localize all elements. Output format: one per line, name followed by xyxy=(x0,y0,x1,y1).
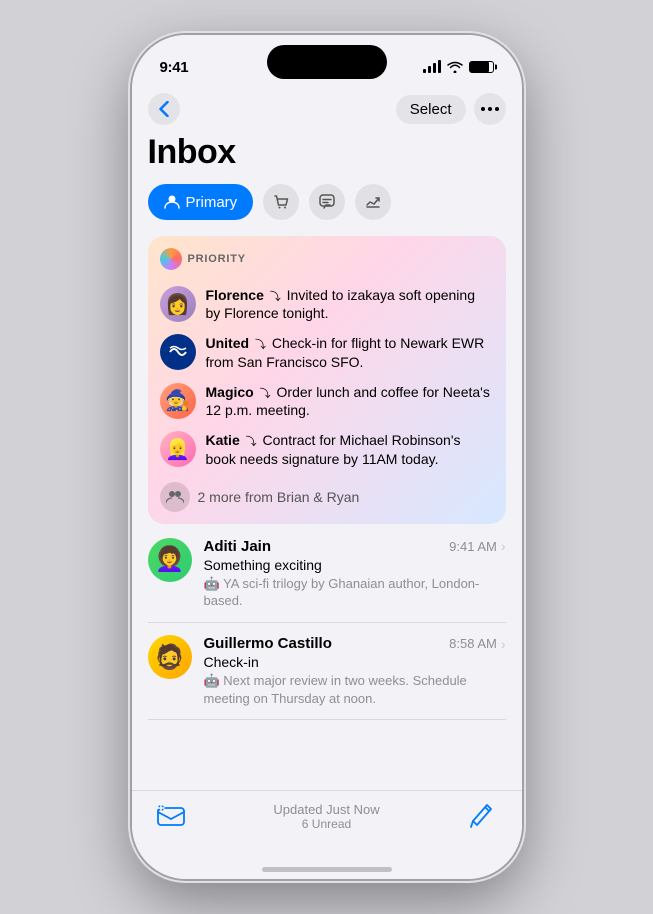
phone-frame: 9:41 xyxy=(132,35,522,879)
chevron-right-guillermo: › xyxy=(501,636,506,652)
dynamic-island xyxy=(267,45,387,79)
avatar-katie: 👱‍♀️ xyxy=(160,431,196,467)
chevron-right-aditi: › xyxy=(501,538,506,554)
email-header-guillermo: Guillermo Castillo 8:58 AM › xyxy=(204,635,506,652)
email-body-aditi: Aditi Jain 9:41 AM › Something exciting … xyxy=(204,538,506,610)
priority-text-united: United ⤵ Check-in for flight to Newark E… xyxy=(206,334,494,370)
mailbox-button[interactable] xyxy=(156,801,186,831)
messages-icon xyxy=(318,193,336,211)
promotions-icon xyxy=(364,193,382,211)
signal-icon xyxy=(423,61,441,73)
battery-icon xyxy=(469,61,494,73)
phone-wrapper: 9:41 xyxy=(0,0,653,914)
tab-primary[interactable]: Primary xyxy=(148,184,254,220)
avatar-united xyxy=(160,334,196,370)
tab-messages[interactable] xyxy=(309,184,345,220)
people-icon xyxy=(166,488,184,506)
priority-card: PRIORITY 👩 Florence ⤵ Invited to izakaya… xyxy=(148,236,506,524)
priority-text-magico: Magico ⤵ Order lunch and coffee for Neet… xyxy=(206,383,494,419)
compose-icon xyxy=(469,803,495,829)
avatar-florence: 👩 xyxy=(160,286,196,322)
person-icon xyxy=(164,194,180,210)
email-item-aditi[interactable]: 👩‍🦱 Aditi Jain 9:41 AM › Something excit… xyxy=(148,526,506,623)
priority-icon xyxy=(160,248,182,270)
avatar-aditi: 👩‍🦱 xyxy=(148,538,192,582)
mailbox-icon xyxy=(157,804,185,828)
compose-button[interactable] xyxy=(467,801,497,831)
priority-text-katie: Katie ⤵ Contract for Michael Robinson's … xyxy=(206,431,494,467)
email-preview-guillermo: 🤖 Next major review in two weeks. Schedu… xyxy=(204,672,506,707)
tab-primary-label: Primary xyxy=(186,194,238,211)
updated-text: Updated Just Now xyxy=(273,802,379,817)
status-icons xyxy=(423,61,494,73)
priority-text-florence: Florence ⤵ Invited to izakaya soft openi… xyxy=(206,286,494,322)
email-body-guillermo: Guillermo Castillo 8:58 AM › Check-in 🤖 … xyxy=(204,635,506,707)
more-button[interactable] xyxy=(474,93,506,125)
select-button[interactable]: Select xyxy=(396,95,466,124)
email-sender-guillermo: Guillermo Castillo xyxy=(204,635,332,652)
avatar-more xyxy=(160,482,190,512)
priority-item-united[interactable]: United ⤵ Check-in for flight to Newark E… xyxy=(160,328,494,376)
bottom-bar: Updated Just Now 6 Unread xyxy=(132,790,522,859)
priority-item-katie[interactable]: 👱‍♀️ Katie ⤵ Contract for Michael Robins… xyxy=(160,425,494,473)
shopping-icon xyxy=(272,193,290,211)
more-from-text: 2 more from Brian & Ryan xyxy=(198,489,360,505)
nav-bar: Select xyxy=(132,85,522,133)
email-list: 👩‍🦱 Aditi Jain 9:41 AM › Something excit… xyxy=(148,526,506,720)
wifi-icon xyxy=(447,61,463,73)
page-title: Inbox xyxy=(148,133,506,172)
bottom-center: Updated Just Now 6 Unread xyxy=(273,802,379,831)
email-sender-aditi: Aditi Jain xyxy=(204,538,272,555)
back-button[interactable] xyxy=(148,93,180,125)
content-area: Inbox Primary xyxy=(132,133,522,790)
email-time-guillermo: 8:58 AM xyxy=(449,636,497,651)
email-time-aditi: 9:41 AM xyxy=(449,539,497,554)
tab-promotions[interactable] xyxy=(355,184,391,220)
priority-header: PRIORITY xyxy=(160,248,494,270)
avatar-guillermo: 🧔 xyxy=(148,635,192,679)
action-chip-florence: ⤵ xyxy=(270,291,281,303)
avatar-magico: 🧙 xyxy=(160,383,196,419)
category-tabs: Primary xyxy=(148,184,506,220)
phone-screen: 9:41 xyxy=(132,35,522,879)
home-indicator xyxy=(132,859,522,879)
email-preview-aditi: 🤖 YA sci-fi trilogy by Ghanaian author, … xyxy=(204,575,506,610)
home-bar xyxy=(262,867,392,872)
priority-item-magico[interactable]: 🧙 Magico ⤵ Order lunch and coffee for Ne… xyxy=(160,377,494,425)
status-bar: 9:41 xyxy=(132,35,522,85)
tab-shopping[interactable] xyxy=(263,184,299,220)
email-header-aditi: Aditi Jain 9:41 AM › xyxy=(204,538,506,555)
united-logo xyxy=(166,340,190,364)
email-item-guillermo[interactable]: 🧔 Guillermo Castillo 8:58 AM › Check-in xyxy=(148,623,506,720)
email-subject-aditi: Something exciting xyxy=(204,557,506,573)
more-from[interactable]: 2 more from Brian & Ryan xyxy=(160,474,494,512)
status-time: 9:41 xyxy=(160,59,189,76)
priority-label: PRIORITY xyxy=(188,253,246,265)
unread-text: 6 Unread xyxy=(273,817,379,831)
nav-actions: Select xyxy=(396,93,506,125)
priority-item-florence[interactable]: 👩 Florence ⤵ Invited to izakaya soft ope… xyxy=(160,280,494,328)
email-subject-guillermo: Check-in xyxy=(204,654,506,670)
